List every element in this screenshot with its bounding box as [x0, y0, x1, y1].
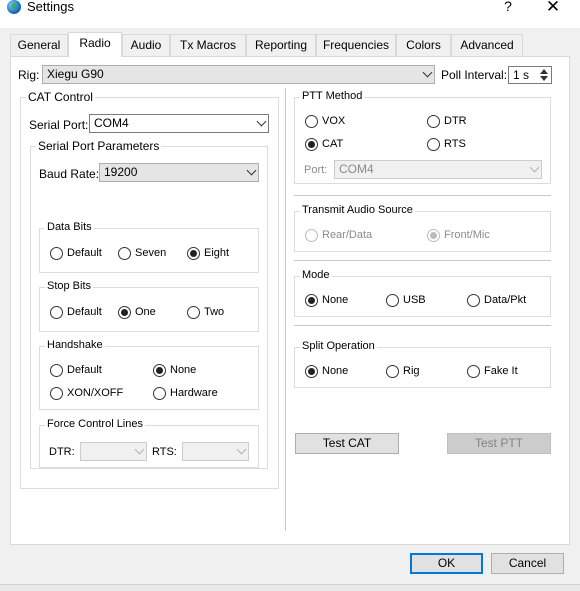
dtr-label: DTR: — [49, 446, 75, 458]
poll-interval-spinner[interactable]: 1 s — [508, 66, 552, 84]
radio-icon — [467, 294, 480, 307]
radio-selected-icon — [305, 138, 318, 151]
rts-select[interactable] — [182, 442, 249, 461]
baud-rate-label: Baud Rate: — [39, 167, 100, 181]
help-button[interactable]: ? — [498, 0, 518, 16]
tab-radio[interactable]: Radio — [68, 32, 122, 57]
tab-reporting[interactable]: Reporting — [246, 34, 316, 56]
tab-frequencies[interactable]: Frequencies — [316, 34, 396, 56]
vertical-divider — [285, 88, 286, 531]
radio-icon — [118, 247, 131, 260]
split-operation-title: Split Operation — [300, 340, 377, 352]
divider — [294, 325, 551, 326]
serial-port-select[interactable]: COM4 — [89, 114, 269, 133]
app-icon — [7, 0, 21, 14]
divider — [294, 195, 551, 196]
chevron-down-icon — [246, 165, 257, 176]
tab-audio[interactable]: Audio — [122, 34, 170, 56]
chevron-down-icon — [529, 162, 540, 173]
radio-icon — [427, 115, 440, 128]
mode-title: Mode — [300, 269, 332, 281]
serial-params-title: Serial Port Parameters — [36, 139, 162, 153]
serial-port-label: Serial Port: — [29, 118, 89, 132]
radio-selected-icon — [118, 306, 131, 319]
close-icon[interactable]: ✕ — [541, 0, 565, 17]
radio-icon — [50, 306, 63, 319]
tab-tx-macros[interactable]: Tx Macros — [170, 34, 246, 56]
serial-port-value: COM4 — [94, 116, 129, 130]
radio-icon — [305, 115, 318, 128]
tab-bar: General Radio Audio Tx Macros Reporting … — [10, 32, 580, 57]
chevron-down-icon — [422, 67, 433, 78]
tab-general[interactable]: General — [10, 34, 68, 56]
data-bits-title: Data Bits — [45, 221, 94, 233]
tab-colors[interactable]: Colors — [396, 34, 451, 56]
radio-icon — [386, 365, 399, 378]
radio-icon — [427, 138, 440, 151]
spin-up-icon[interactable] — [540, 69, 548, 74]
ok-button[interactable]: OK — [410, 553, 483, 574]
radio-icon — [50, 387, 63, 400]
radio-icon — [467, 365, 480, 378]
spin-down-icon[interactable] — [540, 76, 548, 81]
baud-rate-select[interactable]: 19200 — [99, 163, 259, 182]
tab-advanced[interactable]: Advanced — [451, 34, 523, 56]
radio-icon — [153, 387, 166, 400]
window-title: Settings — [27, 0, 74, 14]
radio-selected-icon — [153, 364, 166, 377]
handshake-group — [39, 346, 259, 410]
poll-interval-value: 1 s — [513, 68, 530, 82]
stop-bits-title: Stop Bits — [45, 280, 94, 292]
rig-value: Xiegu G90 — [47, 67, 104, 81]
radio-selected-icon — [187, 247, 200, 260]
ptt-port-label: Port: — [304, 164, 328, 176]
radio-icon — [50, 364, 63, 377]
handshake-title: Handshake — [45, 339, 105, 351]
baud-rate-value: 19200 — [104, 165, 138, 179]
test-ptt-button[interactable]: Test PTT — [447, 433, 551, 454]
dtr-select[interactable] — [80, 442, 147, 461]
rig-label: Rig: — [18, 68, 40, 82]
audio-source-title: Transmit Audio Source — [300, 204, 415, 216]
cat-control-title: CAT Control — [26, 90, 95, 104]
radio-icon — [187, 306, 200, 319]
test-cat-button[interactable]: Test CAT — [295, 433, 399, 454]
divider — [294, 260, 551, 261]
radio-icon — [386, 294, 399, 307]
title-bar: Settings ? ✕ — [0, 0, 580, 28]
radio-icon — [50, 247, 63, 260]
chevron-down-icon — [236, 444, 247, 455]
radio-icon — [305, 229, 318, 242]
chevron-down-icon — [256, 116, 267, 127]
ptt-port-value: COM4 — [339, 162, 374, 176]
force-control-title: Force Control Lines — [45, 418, 145, 430]
radio-selected-icon — [427, 229, 440, 242]
background-strip — [0, 584, 580, 591]
radio-selected-icon — [305, 294, 318, 307]
poll-interval-label: Poll Interval: — [441, 68, 508, 82]
ptt-method-title: PTT Method — [300, 90, 365, 102]
cancel-button[interactable]: Cancel — [491, 553, 564, 574]
ptt-port-select[interactable]: COM4 — [334, 160, 542, 179]
radio-selected-icon — [305, 365, 318, 378]
rts-label: RTS: — [152, 446, 177, 458]
rig-select[interactable]: Xiegu G90 — [42, 65, 435, 84]
chevron-down-icon — [134, 444, 145, 455]
